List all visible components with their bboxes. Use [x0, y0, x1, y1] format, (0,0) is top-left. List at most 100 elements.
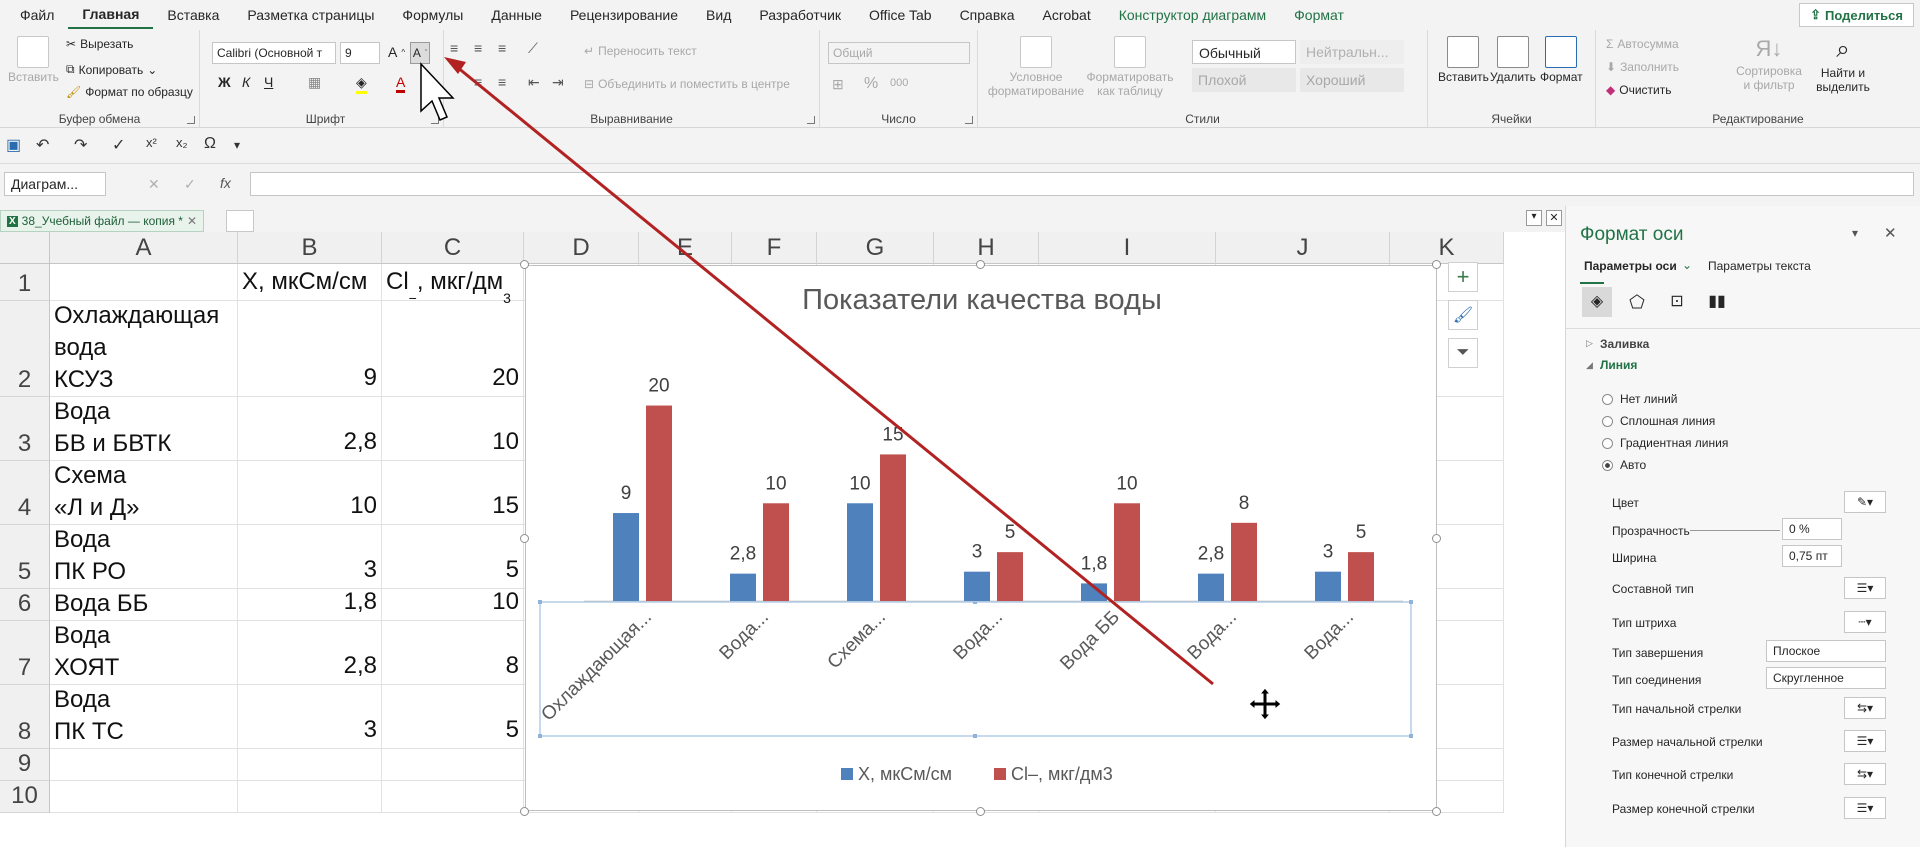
cap-select[interactable]: Плоское — [1766, 640, 1886, 662]
cell-a-text[interactable]: Вода ББ — [50, 589, 238, 621]
close-icon[interactable]: ✕ — [187, 214, 197, 228]
name-box[interactable]: Диаграм... — [4, 172, 106, 196]
menu-item[interactable]: Вставка — [153, 0, 233, 30]
menu-item[interactable]: Разметка страницы — [233, 0, 388, 30]
radio-no-line[interactable] — [1602, 394, 1613, 405]
thousands-icon[interactable]: 000 — [890, 77, 908, 89]
cell[interactable] — [50, 749, 238, 781]
menu-item[interactable]: Office Tab — [855, 0, 946, 30]
resize-handle-bl[interactable] — [520, 807, 529, 816]
grow-font-button[interactable]: A ^ — [388, 44, 405, 60]
cell-c-value[interactable]: 10 — [382, 588, 524, 621]
chart-area[interactable]: Показатели качества воды 9 20 Охлаждающая..… — [525, 265, 1437, 811]
workbook-tab[interactable]: X 38_Учебный файл — копия * ✕ — [0, 210, 205, 232]
fill-section[interactable]: Заливка — [1600, 337, 1649, 351]
superscript-icon[interactable]: x² — [146, 135, 157, 150]
align-top-icon[interactable]: ≡ — [450, 40, 458, 56]
column-header[interactable]: F — [732, 232, 817, 264]
cell-c1[interactable]: Cl −, мкг/дм 3 — [382, 264, 524, 305]
fill-line-icon[interactable]: ◈ — [1582, 287, 1612, 317]
number-launcher-icon[interactable] — [965, 116, 973, 124]
format-painter-button[interactable]: 🖌 Формат по образцу — [66, 85, 193, 99]
row-header[interactable]: 6 — [0, 589, 50, 621]
effects-icon[interactable]: ⬠ — [1622, 287, 1652, 317]
column-header[interactable]: E — [639, 232, 732, 264]
cell-b-value[interactable]: 10 — [238, 461, 382, 525]
new-tab-button[interactable] — [226, 210, 254, 232]
cell-a-text[interactable]: Схема «Л и Д» — [50, 461, 238, 525]
bold-button[interactable]: Ж — [218, 74, 231, 90]
orientation-icon[interactable]: ⟋ — [528, 40, 538, 57]
line-section[interactable]: Линия — [1600, 358, 1637, 372]
wrap-text-button[interactable]: ↵ Переносить текст — [584, 44, 697, 58]
menu-item[interactable]: Рецензирование — [556, 0, 692, 30]
cell-c-value[interactable]: 10 — [382, 397, 524, 461]
paste-button[interactable]: Вставить — [8, 36, 59, 84]
menu-item[interactable]: Справка — [946, 0, 1029, 30]
customize-qat-icon[interactable]: ▾ — [234, 138, 240, 152]
cell-b-value[interactable]: 9 — [238, 301, 382, 397]
cut-button[interactable]: ✂ Вырезать — [66, 37, 133, 51]
autosum-button[interactable]: Σ Автосумма — [1606, 37, 1679, 51]
decrease-indent-icon[interactable]: ⇤ — [528, 74, 540, 91]
cell[interactable] — [382, 781, 524, 813]
alignment-launcher-icon[interactable] — [807, 116, 815, 124]
copy-button[interactable]: ⧉ Копировать ⌄ — [66, 62, 157, 77]
row-header[interactable]: 8 — [0, 685, 50, 749]
resize-handle-tl[interactable] — [520, 260, 529, 269]
collapse-line-icon[interactable]: ◢ — [1586, 360, 1593, 371]
row-header[interactable]: 2 — [0, 301, 50, 397]
fill-button[interactable]: ⬇ Заполнить — [1606, 60, 1679, 74]
begin-arrow-picker[interactable]: ⇆▾ — [1844, 697, 1886, 719]
pane-options-icon[interactable]: ▾ — [1852, 226, 1858, 240]
font-color-icon[interactable]: A — [396, 74, 406, 93]
close-tabs-icon[interactable]: ✕ — [1546, 210, 1562, 226]
insert-cells-button[interactable]: Вставить — [1438, 36, 1489, 84]
share-button[interactable]: ⇪ Поделиться — [1799, 3, 1914, 27]
delete-cells-button[interactable]: Удалить — [1490, 36, 1536, 84]
percent-icon[interactable]: % — [864, 75, 878, 93]
align-bottom-icon[interactable]: ≡ — [498, 40, 506, 56]
resize-handle-tr[interactable] — [1432, 260, 1441, 269]
resize-handle-br[interactable] — [1432, 807, 1441, 816]
cell-c-value[interactable]: 8 — [382, 621, 524, 685]
find-select-button[interactable]: ⌕ Найти и выделить — [1806, 36, 1880, 94]
save-icon[interactable]: ▣ — [6, 135, 21, 155]
cell[interactable] — [50, 264, 238, 301]
cell-c-value[interactable]: 15 — [382, 461, 524, 525]
select-all-corner[interactable] — [0, 232, 50, 264]
chart-styles-icon[interactable]: 🖌 — [1448, 300, 1478, 330]
cell-a-text[interactable]: Охлаждающая вода КСУЗ — [50, 301, 238, 397]
column-header[interactable]: I — [1039, 232, 1216, 264]
chevron-down-icon[interactable]: ⌄ — [1682, 258, 1692, 272]
style-neutral[interactable]: Нейтральн... — [1300, 40, 1404, 64]
align-right-icon[interactable]: ≡ — [498, 74, 506, 90]
shrink-font-button[interactable]: Aˇ — [410, 42, 430, 64]
row-header[interactable]: 4 — [0, 461, 50, 525]
insert-function-button[interactable]: fx — [220, 175, 231, 191]
cancel-icon[interactable]: ✕ — [148, 176, 160, 193]
row-header[interactable]: 9 — [0, 749, 50, 781]
radio-gradient-line[interactable] — [1602, 438, 1613, 449]
font-name-select[interactable]: Calibri (Основной т — [212, 42, 336, 64]
align-center-icon[interactable]: ≡ — [474, 74, 482, 90]
clipboard-launcher-icon[interactable] — [187, 116, 195, 124]
menu-item[interactable]: Вид — [692, 0, 745, 30]
dash-picker[interactable]: ┄▾ — [1844, 611, 1886, 633]
axis-options-icon[interactable]: ▮▮ — [1702, 287, 1732, 317]
subscript-icon[interactable]: x₂ — [176, 135, 188, 150]
align-middle-icon[interactable]: ≡ — [474, 40, 482, 56]
cell-c-value[interactable]: 5 — [382, 685, 524, 749]
cell-b-value[interactable]: 3 — [238, 685, 382, 749]
cell-b-value[interactable]: 1,8 — [238, 588, 382, 621]
confirm-icon[interactable]: ✓ — [184, 176, 196, 193]
style-bad[interactable]: Плохой — [1192, 68, 1296, 92]
cell[interactable] — [238, 781, 382, 813]
column-header[interactable]: H — [934, 232, 1039, 264]
format-cells-button[interactable]: Формат — [1540, 36, 1583, 84]
cell-a-text[interactable]: Вода ПК РО — [50, 525, 238, 589]
merge-center-button[interactable]: ⊟ Объединить и поместить в центре — [584, 77, 790, 91]
cell-a-text[interactable]: Вода ХОЯТ — [50, 621, 238, 685]
fill-color-icon[interactable]: ◈ — [356, 74, 367, 94]
text-options-tab[interactable]: Параметры текста — [1708, 259, 1811, 273]
